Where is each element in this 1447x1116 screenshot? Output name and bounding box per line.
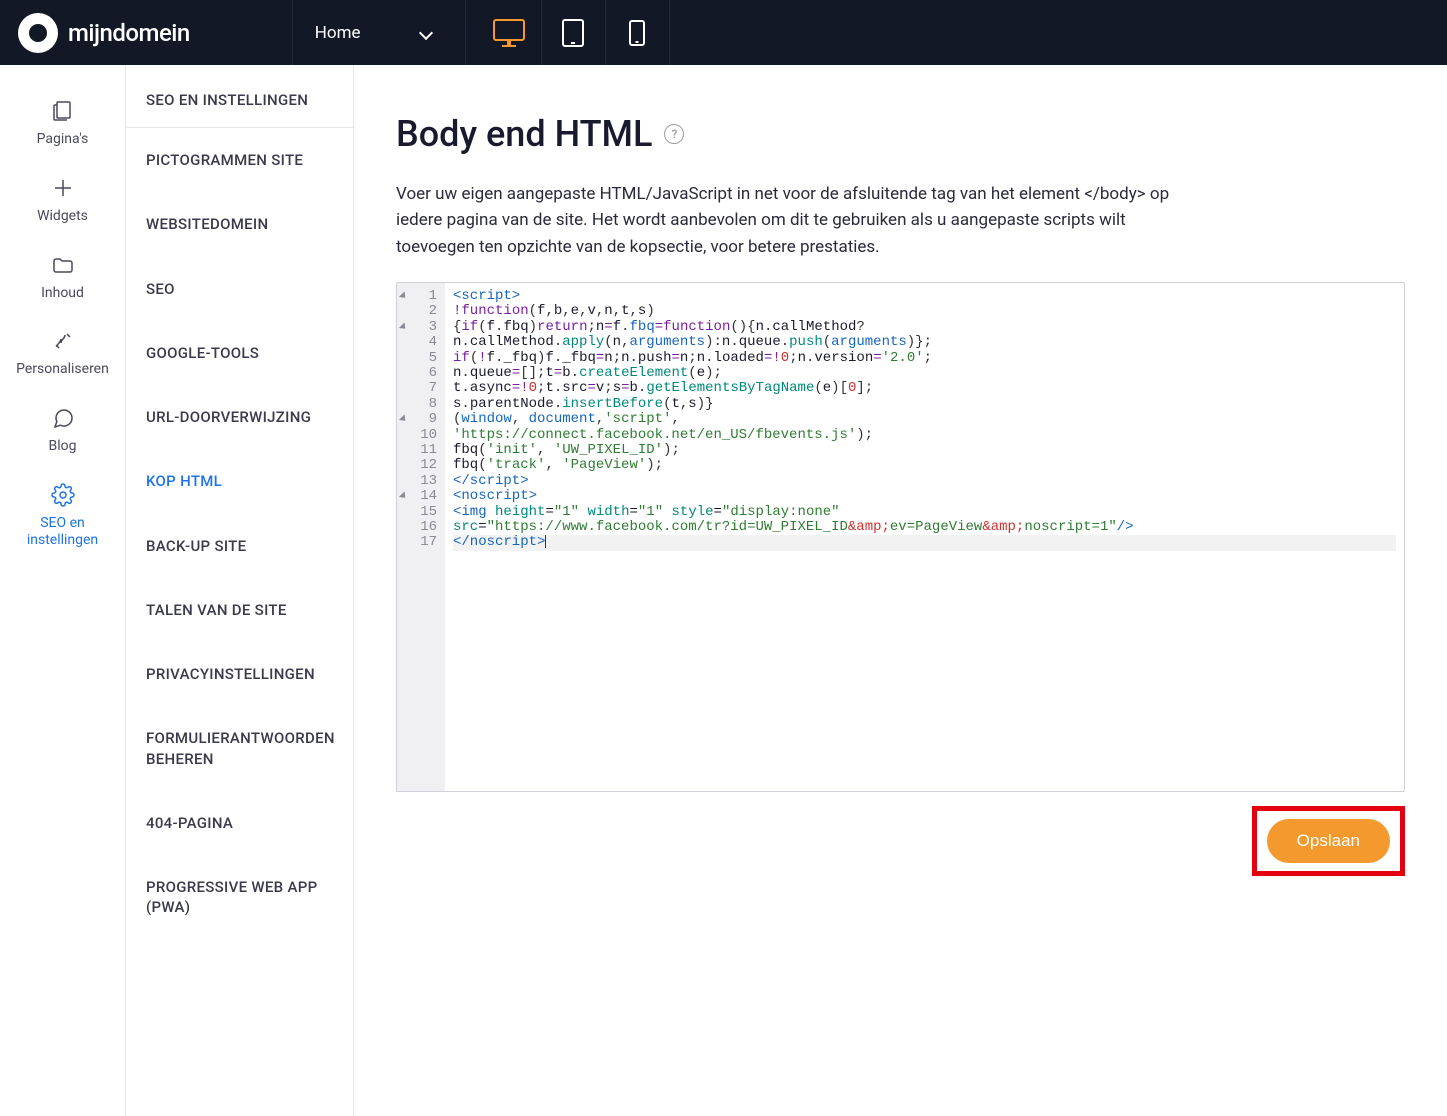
subnav-item-head-html[interactable]: KOP HTML (126, 449, 353, 513)
page-selector-label: Home (315, 23, 361, 43)
subnav-header: SEO EN INSTELLINGEN (126, 65, 353, 128)
sidebar-item-label: Pagina's (37, 131, 89, 148)
main-content: Body end HTML ? Voer uw eigen aangepaste… (354, 65, 1447, 1116)
tablet-icon (562, 19, 584, 47)
sidebar-item-label: Personaliseren (16, 361, 109, 378)
brand-logo[interactable]: mijndomein (18, 13, 190, 53)
save-highlight-box: Opslaan (1252, 806, 1405, 876)
gear-icon (51, 483, 75, 507)
sidebar-item-personalize[interactable]: Personaliseren (0, 315, 125, 392)
subnav-item-google-tools[interactable]: GOOGLE-TOOLS (126, 321, 353, 385)
logo-icon (18, 13, 58, 53)
chat-icon (51, 406, 75, 430)
sidebar-item-content[interactable]: Inhoud (0, 239, 125, 316)
subnav-item-backup-site[interactable]: BACK-UP SITE (126, 514, 353, 578)
page-selector-dropdown[interactable]: Home (292, 0, 466, 65)
subnav-item-404-page[interactable]: 404-PAGINA (126, 791, 353, 855)
personalize-icon (51, 329, 75, 353)
sidebar-item-widgets[interactable]: Widgets (0, 162, 125, 239)
plus-icon (51, 176, 75, 200)
subnav-item-website-domain[interactable]: WEBSITEDOMEIN (126, 192, 353, 256)
page-title: Body end HTML ? (396, 113, 1405, 155)
subnav-item-seo[interactable]: SEO (126, 257, 353, 321)
sidebar-item-seo-settings[interactable]: SEO en instellingen (0, 469, 125, 563)
subnav-item-site-icons[interactable]: PICTOGRAMMEN SITE (126, 128, 353, 192)
device-tablet-button[interactable] (542, 0, 606, 65)
help-icon[interactable]: ? (664, 124, 684, 144)
subnav-item-pwa[interactable]: PROGRESSIVE WEB APP (PWA) (126, 855, 353, 940)
chevron-down-icon (421, 28, 431, 38)
sidebar-item-blog[interactable]: Blog (0, 392, 125, 469)
save-button[interactable]: Opslaan (1267, 819, 1390, 863)
sidebar-item-label: Widgets (37, 208, 88, 225)
page-description: Voer uw eigen aangepaste HTML/JavaScript… (396, 181, 1176, 260)
subnav-item-form-responses[interactable]: FORMULIERANTWOORDEN BEHEREN (126, 706, 353, 791)
sidebar-item-label: SEO en instellingen (6, 515, 119, 549)
page-title-text: Body end HTML (396, 113, 652, 155)
subnav-item-url-redirect[interactable]: URL-DOORVERWIJZING (126, 385, 353, 449)
brand-name: mijndomein (68, 19, 190, 47)
sidebar-item-label: Inhoud (41, 285, 84, 302)
settings-subnav: SEO EN INSTELLINGEN PICTOGRAMMEN SITE WE… (126, 65, 354, 1116)
top-bar: mijndomein Home (0, 0, 1447, 65)
code-editor[interactable]: 1234567891011121314151617 <script>!funct… (396, 282, 1405, 792)
mobile-icon (629, 20, 645, 46)
device-desktop-button[interactable] (478, 0, 542, 65)
desktop-icon (493, 19, 525, 47)
icon-sidebar: Pagina's Widgets Inhoud Personaliseren B… (0, 65, 126, 1116)
folder-icon (51, 253, 75, 277)
sidebar-item-label: Blog (49, 438, 77, 455)
code-body[interactable]: <script>!function(f,b,e,v,n,t,s){if(f.fb… (445, 283, 1404, 791)
code-gutter: 1234567891011121314151617 (397, 283, 445, 791)
subnav-item-site-languages[interactable]: TALEN VAN DE SITE (126, 578, 353, 642)
pages-icon (51, 99, 75, 123)
sidebar-item-pages[interactable]: Pagina's (0, 85, 125, 162)
device-mobile-button[interactable] (606, 0, 670, 65)
device-preview-group (478, 0, 670, 65)
subnav-item-privacy-settings[interactable]: PRIVACYINSTELLINGEN (126, 642, 353, 706)
